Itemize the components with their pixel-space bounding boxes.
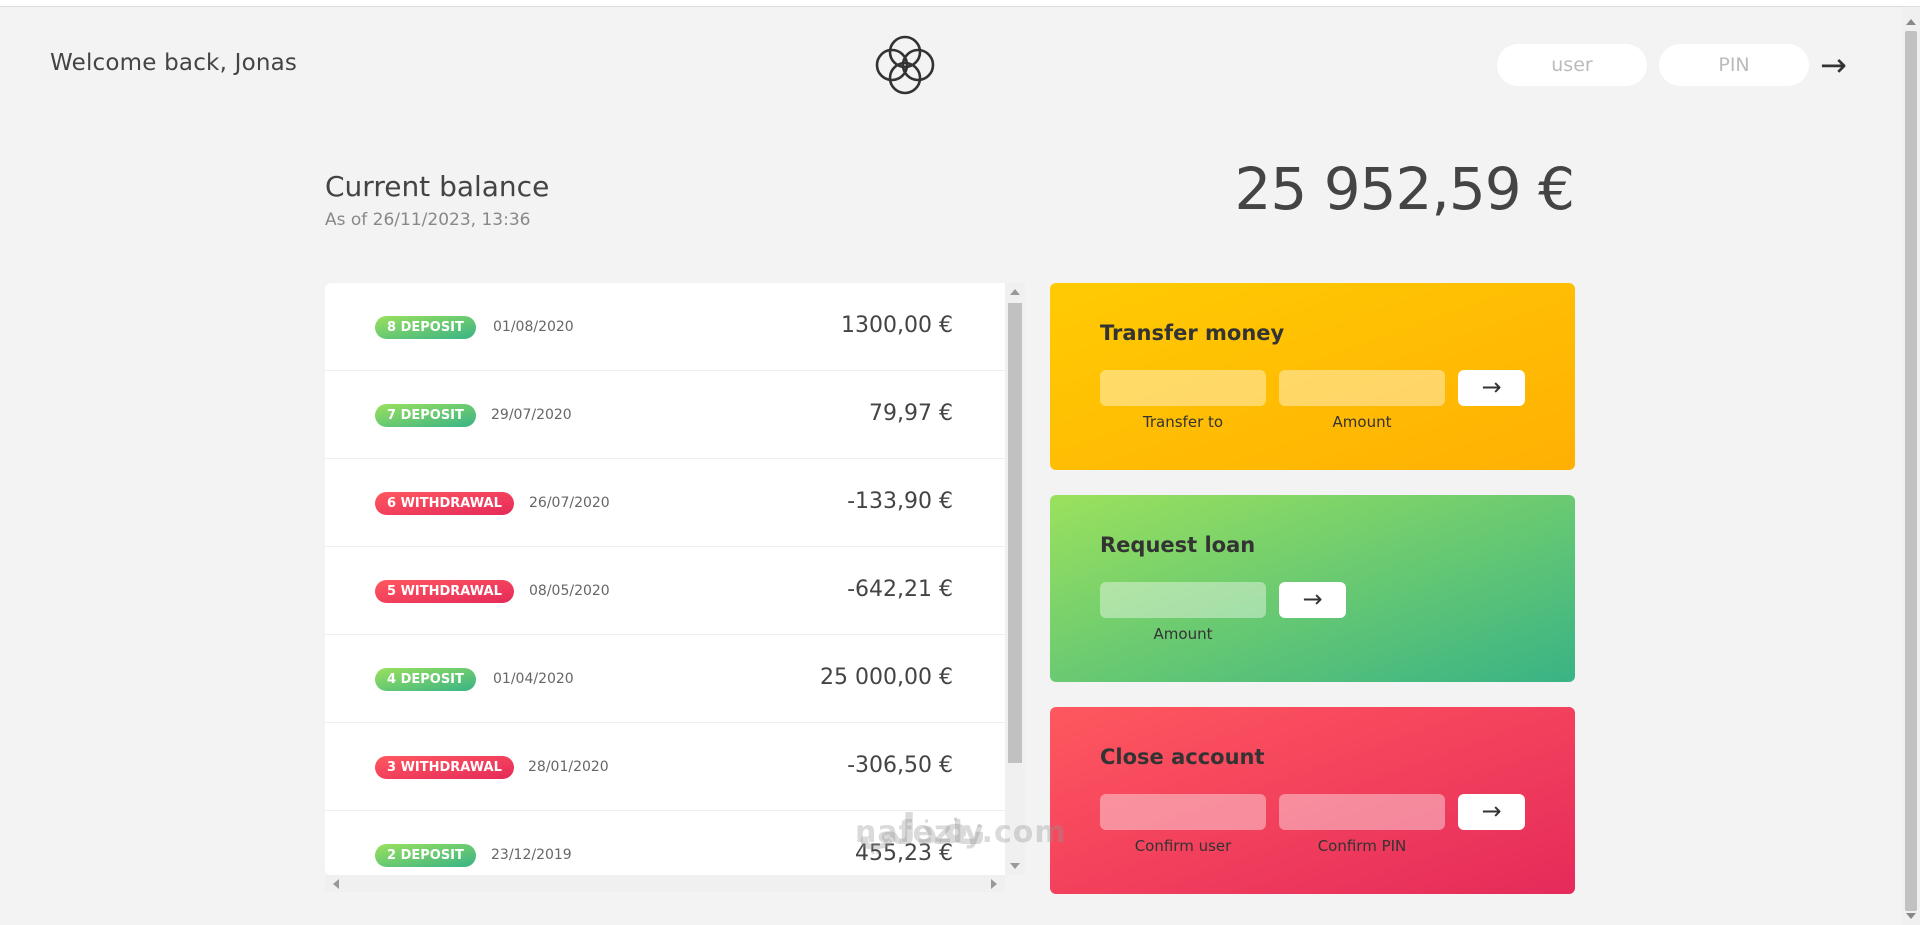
movement-value: -133,90 €: [847, 489, 953, 514]
movement-value: 25 000,00 €: [820, 665, 953, 690]
transfer-to-input[interactable]: [1100, 370, 1266, 406]
loan-panel: Request loan → Amount: [1050, 495, 1575, 682]
movement-row: 3 WITHDRAWAL 28/01/2020 -306,50 €: [325, 723, 1005, 811]
scroll-down-icon[interactable]: [1010, 863, 1020, 869]
loan-submit-button[interactable]: →: [1279, 582, 1346, 618]
watermark-text: nafezly.com: [855, 815, 1067, 850]
transfer-amount-label: Amount: [1332, 413, 1392, 431]
movement-row: 5 WITHDRAWAL 08/05/2020 -642,21 €: [325, 547, 1005, 635]
movement-date: 01/04/2020: [493, 671, 574, 687]
page-scrollbar-thumb[interactable]: [1905, 31, 1917, 911]
scroll-up-icon[interactable]: [1010, 289, 1020, 295]
movement-row: 4 DEPOSIT 01/04/2020 25 000,00 €: [325, 635, 1005, 723]
movement-type-badge: 3 WITHDRAWAL: [375, 756, 514, 779]
close-submit-button[interactable]: →: [1458, 794, 1525, 830]
login-button[interactable]: →: [1820, 44, 1847, 86]
movement-type-badge: 4 DEPOSIT: [375, 668, 476, 691]
transfer-to-label: Transfer to: [1142, 413, 1224, 431]
transfer-title: Transfer money: [1100, 321, 1285, 345]
loan-amount-label: Amount: [1153, 625, 1213, 643]
movement-date: 29/07/2020: [491, 407, 572, 423]
close-user-label: Confirm user: [1134, 837, 1232, 855]
movement-value: 1300,00 €: [841, 313, 953, 338]
scroll-right-icon[interactable]: [991, 879, 997, 889]
page-scroll-up-icon[interactable]: [1906, 19, 1916, 25]
movement-type-badge: 7 DEPOSIT: [375, 404, 476, 427]
login-user-input[interactable]: user: [1497, 44, 1647, 86]
balance-label: Current balance: [325, 170, 550, 203]
movement-type-badge: 6 WITHDRAWAL: [375, 492, 514, 515]
movement-row: 8 DEPOSIT 01/08/2020 1300,00 €: [325, 283, 1005, 371]
movement-type-badge: 2 DEPOSIT: [375, 844, 476, 867]
movement-date: 01/08/2020: [493, 319, 574, 335]
movement-type-badge: 8 DEPOSIT: [375, 316, 476, 339]
close-title: Close account: [1100, 745, 1265, 769]
balance-value: 25 952,59 €: [1234, 155, 1575, 223]
page-scroll-down-icon[interactable]: [1906, 913, 1916, 919]
movement-date: 23/12/2019: [491, 847, 572, 863]
loan-title: Request loan: [1100, 533, 1256, 557]
login-pin-input[interactable]: PIN: [1659, 44, 1809, 86]
movement-date: 28/01/2020: [528, 759, 609, 775]
logo-icon: [875, 35, 935, 95]
movement-row: 7 DEPOSIT 29/07/2020 79,97 €: [325, 371, 1005, 459]
movement-value: -642,21 €: [847, 577, 953, 602]
movement-type-badge: 5 WITHDRAWAL: [375, 580, 514, 603]
close-pin-label: Confirm PIN: [1317, 837, 1407, 855]
transfer-submit-button[interactable]: →: [1458, 370, 1525, 406]
scroll-left-icon[interactable]: [333, 879, 339, 889]
close-user-input[interactable]: [1100, 794, 1266, 830]
balance-date: As of 26/11/2023, 13:36: [325, 210, 531, 230]
close-account-panel: Close account → Confirm user Confirm PIN: [1050, 707, 1575, 894]
close-pin-input[interactable]: [1279, 794, 1445, 830]
welcome-message: Welcome back, Jonas: [50, 50, 298, 76]
movement-row: 6 WITHDRAWAL 26/07/2020 -133,90 €: [325, 459, 1005, 547]
loan-amount-input[interactable]: [1100, 582, 1266, 618]
movement-value: 79,97 €: [869, 401, 953, 426]
movements-vertical-scrollbar[interactable]: [1005, 283, 1025, 875]
page-scrollbar[interactable]: [1902, 7, 1920, 925]
movements-horizontal-scrollbar[interactable]: [325, 875, 1005, 892]
browser-top-edge: [0, 0, 1920, 7]
movements-list[interactable]: 8 DEPOSIT 01/08/2020 1300,00 € 7 DEPOSIT…: [325, 283, 1025, 875]
transfer-amount-input[interactable]: [1279, 370, 1445, 406]
movement-value: -306,50 €: [847, 753, 953, 778]
scrollbar-thumb[interactable]: [1008, 303, 1022, 763]
transfer-panel: Transfer money → Transfer to Amount: [1050, 283, 1575, 470]
movement-date: 26/07/2020: [529, 495, 610, 511]
movement-date: 08/05/2020: [529, 583, 610, 599]
